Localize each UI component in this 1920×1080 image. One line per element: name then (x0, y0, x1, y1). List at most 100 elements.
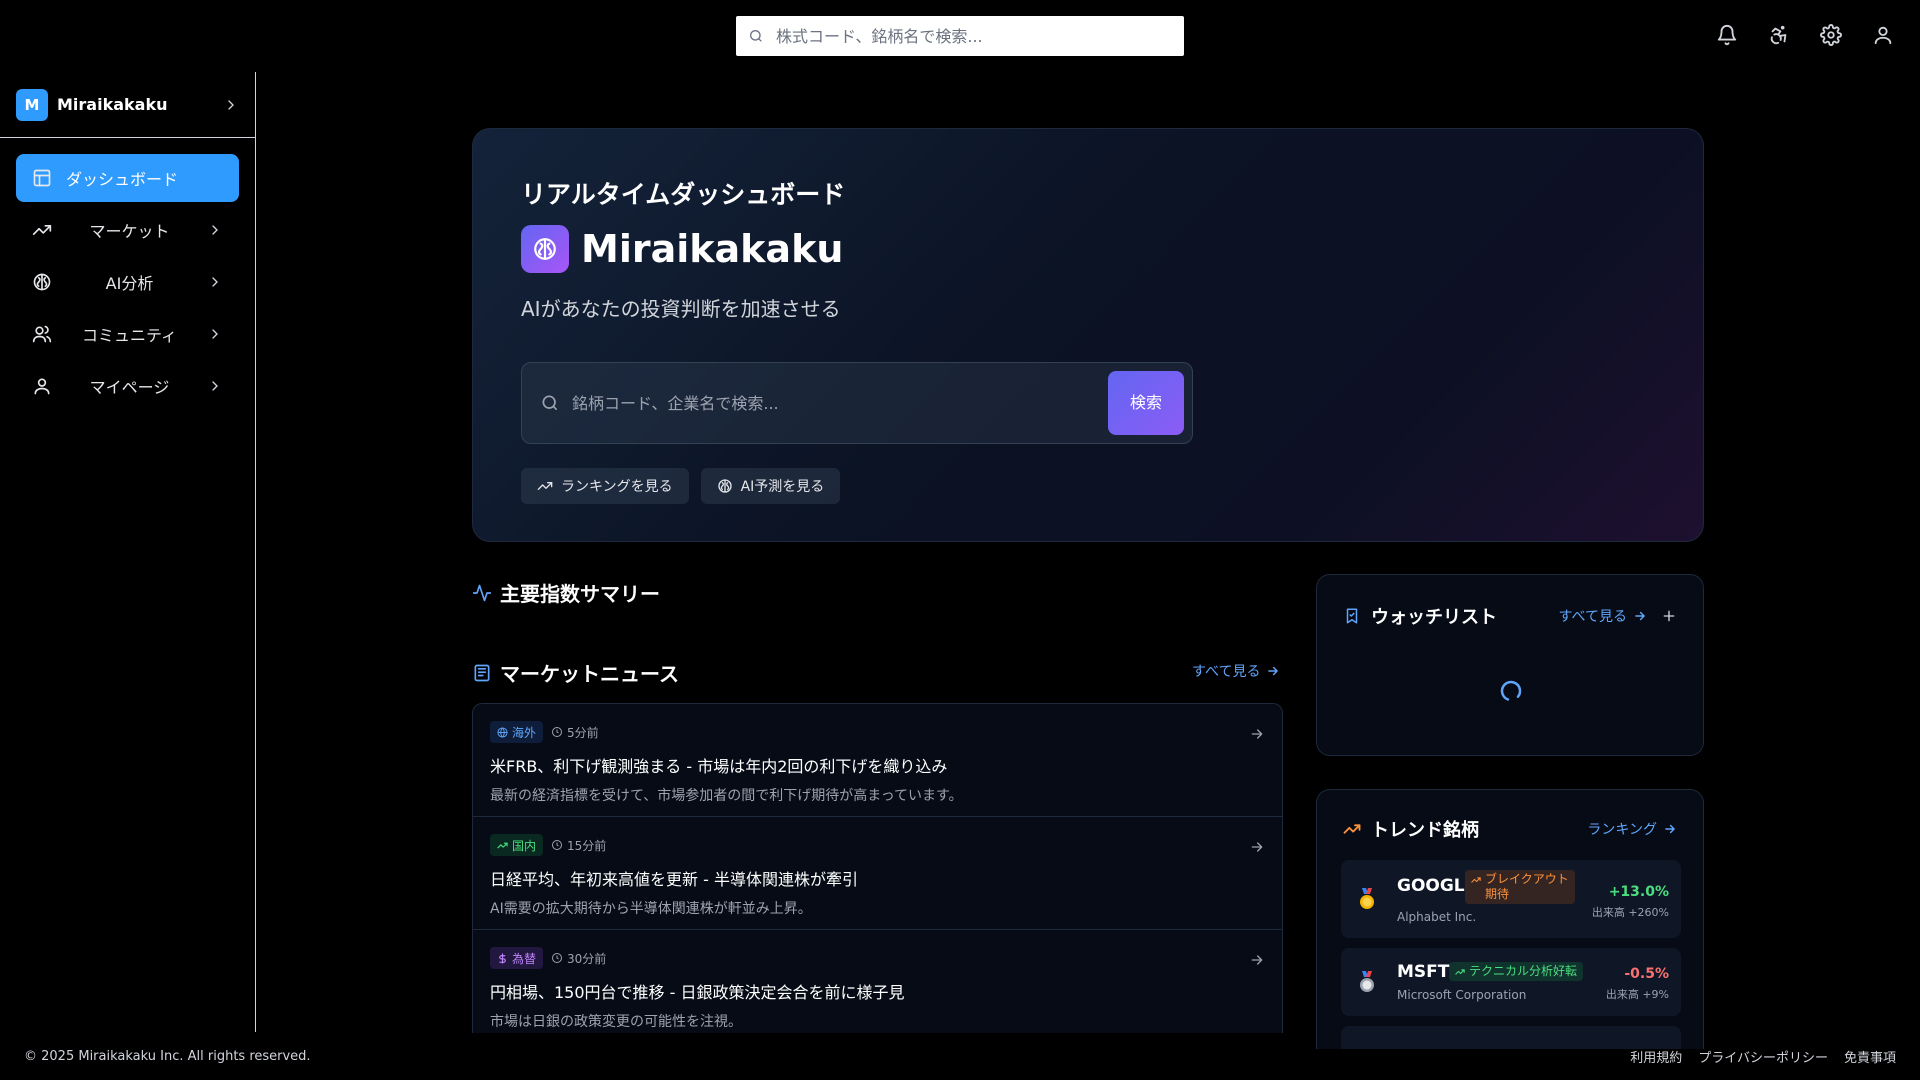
brand-name: Miraikakaku (57, 95, 168, 114)
view-ranking-button[interactable]: ランキングを見る (521, 468, 689, 504)
disclaimer-link[interactable]: 免責事項 (1844, 1047, 1896, 1066)
news-description: 最新の経済指標を受けて、市場参加者の間で利下げ期待が高まっています。 (490, 788, 963, 804)
globe-icon (497, 726, 508, 738)
sidebar-item-community[interactable]: コミュニティ (16, 310, 239, 358)
view-ai-prediction-label: AI予測を見る (740, 479, 825, 495)
volume-change: 出来高 +9% (1605, 988, 1669, 1001)
users-icon (32, 325, 52, 343)
arrow-right-icon (1635, 611, 1645, 621)
sidebar-item-mypage[interactable]: マイページ (16, 362, 239, 410)
signal-label: ブレイクアウト期待 (1485, 872, 1569, 901)
sidebar-item-label: ダッシュボード (66, 170, 179, 189)
index-summary-heading: 主要指数サマリー (472, 578, 660, 607)
activity-icon (472, 584, 492, 601)
news-item[interactable]: 海外 5分前 米FRB、利下げ観測強まる - 市場は年内2回の利下げを織り込み … (473, 704, 1282, 817)
index-summary-title: 主要指数サマリー (500, 582, 660, 606)
bookmark-icon (1346, 608, 1358, 624)
hero-banner: リアルタイムダッシュボード Miraikakaku AIがあなたの投資判断を加速… (472, 128, 1704, 542)
category-badge: 国内 (490, 834, 544, 856)
ranking-link-label: ランキング (1587, 822, 1657, 838)
add-icon[interactable] (1661, 608, 1677, 624)
clock-icon (552, 953, 563, 963)
top-search-box[interactable] (736, 16, 1184, 56)
sidebar-item-label: コミュニティ (81, 326, 178, 345)
news-time: 5分前 (551, 724, 599, 741)
news-meta: 為替 30分前 (490, 947, 1265, 969)
hero-search-box[interactable]: 検索 (521, 362, 1193, 444)
accessibility-icon[interactable] (1768, 24, 1790, 46)
user-icon (34, 378, 50, 395)
brain-icon (33, 273, 51, 291)
top-bar (0, 0, 1920, 72)
trending-header: トレンド銘柄 ランキング (1343, 816, 1677, 842)
news-time: 30分前 (551, 950, 606, 967)
hero-subtitle: リアルタイムダッシュボード (521, 180, 846, 209)
silver-medal-icon (1360, 971, 1374, 992)
news-item[interactable]: 国内 15分前 日経平均、年初来高値を更新 - 半導体関連株が牽引 AI需要の拡… (473, 817, 1282, 930)
hero-tagline: AIがあなたの投資判断を加速させる (521, 297, 841, 321)
watchlist-view-all-label: すべて見る (1558, 609, 1627, 625)
privacy-policy-link[interactable]: プライバシーポリシー (1698, 1047, 1828, 1066)
news-view-all-label: すべて見る (1192, 664, 1261, 680)
news-meta: 国内 15分前 (490, 834, 1265, 856)
brand: M Miraikakaku (16, 88, 168, 121)
sidebar-item-dashboard[interactable]: ダッシュボード (16, 154, 239, 202)
chevron-right-icon (212, 381, 218, 391)
newspaper-icon (474, 664, 490, 681)
watchlist-view-all-link[interactable]: すべて見る (1559, 606, 1647, 626)
trending-up-icon (1471, 877, 1481, 883)
ranking-link[interactable]: ランキング (1587, 819, 1677, 839)
watchlist-actions: すべて見る (1559, 606, 1677, 626)
watchlist-heading: ウォッチリスト (1343, 603, 1497, 629)
clock-icon (552, 727, 563, 737)
view-ai-prediction-button[interactable]: AI予測を見る (700, 468, 841, 504)
gold-medal-icon (1360, 888, 1374, 909)
hero-search-input[interactable] (572, 393, 1108, 413)
footer-links: 利用規約 プライバシーポリシー 免責事項 (1630, 1047, 1896, 1066)
sidebar-item-market[interactable]: マーケット (16, 206, 239, 254)
dollar-icon (499, 952, 506, 964)
arrow-right-icon (1665, 824, 1675, 834)
trending-up-icon (537, 482, 553, 490)
signal-badge: ブレイクアウト期待 (1465, 870, 1575, 904)
signal-label: テクニカル分析好転 (1469, 964, 1578, 978)
chevron-right-icon (212, 329, 218, 339)
trending-stock-row[interactable]: GOOGL ブレイクアウト期待 Alphabet Inc. +13.0% 出来高… (1341, 860, 1681, 938)
news-description: AI需要の拡大期待から半導体関連株が軒並み上昇。 (490, 901, 812, 917)
copyright: © 2025 Miraikakaku Inc. All rights reser… (24, 1048, 311, 1064)
category-label: 海外 (512, 725, 537, 740)
company-name: Microsoft Corporation (1397, 988, 1527, 1002)
news-headline: 米FRB、利下げ観測強まる - 市場は年内2回の利下げを織り込み (490, 757, 948, 776)
price-change: +13.0% (1608, 884, 1669, 900)
trending-title: トレンド銘柄 (1371, 820, 1479, 841)
settings-icon[interactable] (1820, 24, 1842, 46)
news-headline: 円相場、150円台で推移 - 日銀政策決定会合を前に様子見 (490, 983, 905, 1002)
watchlist-header: ウォッチリスト すべて見る (1343, 603, 1677, 629)
search-icon (750, 30, 762, 42)
category-label: 為替 (512, 951, 537, 966)
footer: © 2025 Miraikakaku Inc. All rights reser… (0, 1032, 1920, 1080)
hero-title: Miraikakaku (581, 227, 844, 271)
sidebar-item-label: マーケット (89, 222, 170, 241)
trending-up-icon (1455, 969, 1465, 975)
brain-icon (521, 225, 569, 273)
sidebar: M Miraikakaku ダッシュボード マーケット AI分析 コミュニティ … (0, 72, 256, 1032)
hero-title-row: Miraikakaku (521, 225, 1655, 273)
news-description: 市場は日銀の政策変更の可能性を注視。 (490, 1014, 742, 1030)
news-view-all-link[interactable]: すべて見る (1192, 661, 1280, 681)
trending-stock-row[interactable]: MSFT テクニカル分析好転 Microsoft Corporation -0.… (1341, 948, 1681, 1016)
news-time-label: 15分前 (567, 838, 607, 853)
market-news-title: マーケットニュース (500, 662, 679, 686)
search-icon (542, 395, 558, 411)
news-item[interactable]: 為替 30分前 円相場、150円台で推移 - 日銀政策決定会合を前に様子見 市場… (473, 930, 1282, 1033)
trending-heading: トレンド銘柄 (1343, 816, 1479, 842)
brand-switcher[interactable]: M Miraikakaku (0, 72, 255, 138)
terms-link[interactable]: 利用規約 (1630, 1047, 1682, 1066)
user-icon[interactable] (1872, 24, 1894, 46)
bell-icon[interactable] (1716, 24, 1738, 46)
sidebar-item-ai-analysis[interactable]: AI分析 (16, 258, 239, 306)
volume-change: 出来高 +260% (1591, 906, 1669, 919)
company-name: Alphabet Inc. (1397, 910, 1477, 924)
hero-search-button[interactable]: 検索 (1108, 371, 1184, 435)
top-search-input[interactable] (776, 26, 1156, 46)
